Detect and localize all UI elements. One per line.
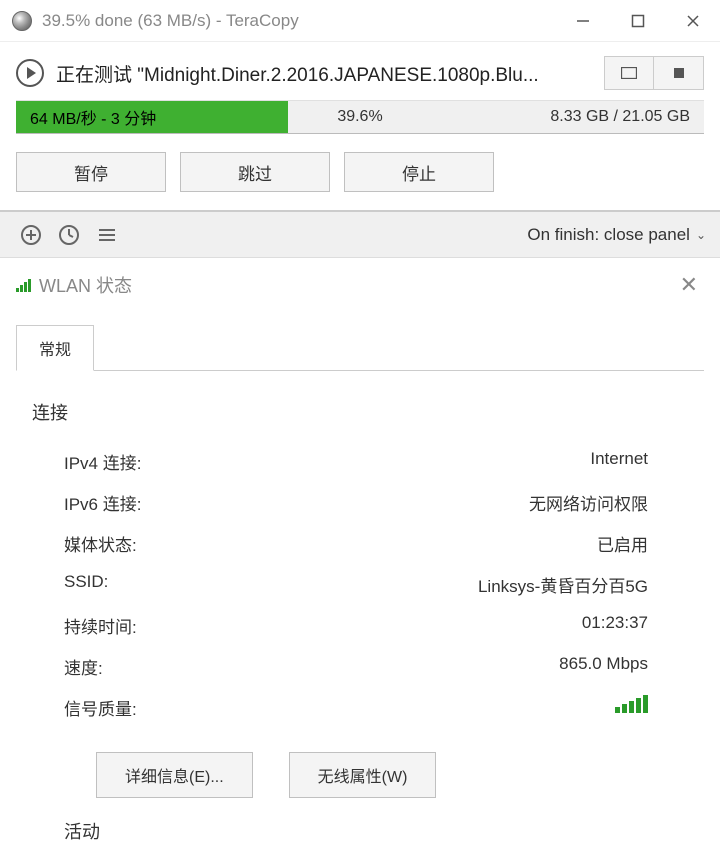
connection-heading: 连接 xyxy=(32,399,688,425)
speed-val: 865.0 Mbps xyxy=(244,654,688,679)
tab-general[interactable]: 常规 xyxy=(16,325,94,371)
ssid-val: Linksys-黄昏百分百5G xyxy=(244,572,688,597)
speed-eta: 64 MB/秒 - 3 分钟 xyxy=(30,105,156,129)
row-ipv6: IPv6 连接: 无网络访问权限 xyxy=(32,482,688,523)
speed-key: 速度: xyxy=(64,654,244,679)
operation-text: 正在测试 "Midnight.Diner.2.2016.JAPANESE.108… xyxy=(56,60,604,87)
wlan-title: WLAN 状态 xyxy=(39,272,674,298)
ipv6-key: IPv6 连接: xyxy=(64,490,244,515)
row-ipv4: IPv4 连接: Internet xyxy=(32,441,688,482)
row-ssid: SSID: Linksys-黄昏百分百5G xyxy=(32,564,688,605)
row-media: 媒体状态: 已启用 xyxy=(32,523,688,564)
mode-panel-button[interactable] xyxy=(604,56,654,90)
row-speed: 速度: 865.0 Mbps xyxy=(32,646,688,687)
ipv6-val: 无网络访问权限 xyxy=(244,490,688,515)
row-quality: 信号质量: xyxy=(32,687,688,728)
add-icon[interactable] xyxy=(14,218,48,252)
action-row: 暂停 跳过 停止 xyxy=(0,134,720,210)
close-button[interactable] xyxy=(665,0,720,41)
teracopy-icon xyxy=(12,11,32,31)
mode-compact-button[interactable] xyxy=(654,56,704,90)
media-val: 已启用 xyxy=(244,531,688,556)
detail-buttons: 详细信息(E)... 无线属性(W) xyxy=(32,728,688,818)
toolbar: On finish: close panel ⌄ xyxy=(0,210,720,258)
status-prefix: 正在测试 xyxy=(56,65,137,86)
menu-icon[interactable] xyxy=(90,218,124,252)
activity-heading: 活动 xyxy=(32,818,688,844)
ssid-key: SSID: xyxy=(64,572,244,597)
progress-size: 8.33 GB / 21.05 GB xyxy=(550,108,690,126)
mode-buttons xyxy=(604,56,704,90)
wlan-close-button[interactable]: ✕ xyxy=(674,272,704,298)
ipv4-key: IPv4 连接: xyxy=(64,449,244,474)
window-title: 39.5% done (63 MB/s) - TeraCopy xyxy=(42,11,555,31)
signal-icon xyxy=(16,279,31,292)
media-key: 媒体状态: xyxy=(64,531,244,556)
onfinish-label: On finish: close panel xyxy=(527,225,690,245)
duration-val: 01:23:37 xyxy=(244,613,688,638)
stop-button[interactable]: 停止 xyxy=(344,152,494,192)
progress-percent: 39.6% xyxy=(337,108,382,126)
wlan-title-row: WLAN 状态 ✕ xyxy=(0,258,720,306)
row-duration: 持续时间: 01:23:37 xyxy=(32,605,688,646)
minimize-button[interactable] xyxy=(555,0,610,41)
signal-quality-icon xyxy=(615,695,688,713)
pause-button[interactable]: 暂停 xyxy=(16,152,166,192)
clock-icon[interactable] xyxy=(52,218,86,252)
duration-key: 持续时间: xyxy=(64,613,244,638)
maximize-button[interactable] xyxy=(610,0,665,41)
quality-key: 信号质量: xyxy=(64,695,244,720)
ipv4-val: Internet xyxy=(244,449,688,474)
window-controls xyxy=(555,0,720,41)
progress-bar: 64 MB/秒 - 3 分钟 39.6% 8.33 GB / 21.05 GB xyxy=(16,100,704,134)
operation-header: 正在测试 "Midnight.Diner.2.2016.JAPANESE.108… xyxy=(0,42,720,100)
skip-button[interactable]: 跳过 xyxy=(180,152,330,192)
titlebar: 39.5% done (63 MB/s) - TeraCopy xyxy=(0,0,720,42)
wireless-props-button[interactable]: 无线属性(W) xyxy=(289,752,437,798)
filename: "Midnight.Diner.2.2016.JAPANESE.1080p.Bl… xyxy=(137,65,538,86)
play-icon xyxy=(16,59,44,87)
onfinish-dropdown[interactable]: On finish: close panel ⌄ xyxy=(527,225,706,245)
chevron-down-icon: ⌄ xyxy=(696,228,706,242)
tabs: 常规 xyxy=(0,324,720,371)
connection-section: 连接 IPv4 连接: Internet IPv6 连接: 无网络访问权限 媒体… xyxy=(0,371,720,856)
progress-fill: 64 MB/秒 - 3 分钟 xyxy=(16,101,288,133)
details-button[interactable]: 详细信息(E)... xyxy=(96,752,253,798)
